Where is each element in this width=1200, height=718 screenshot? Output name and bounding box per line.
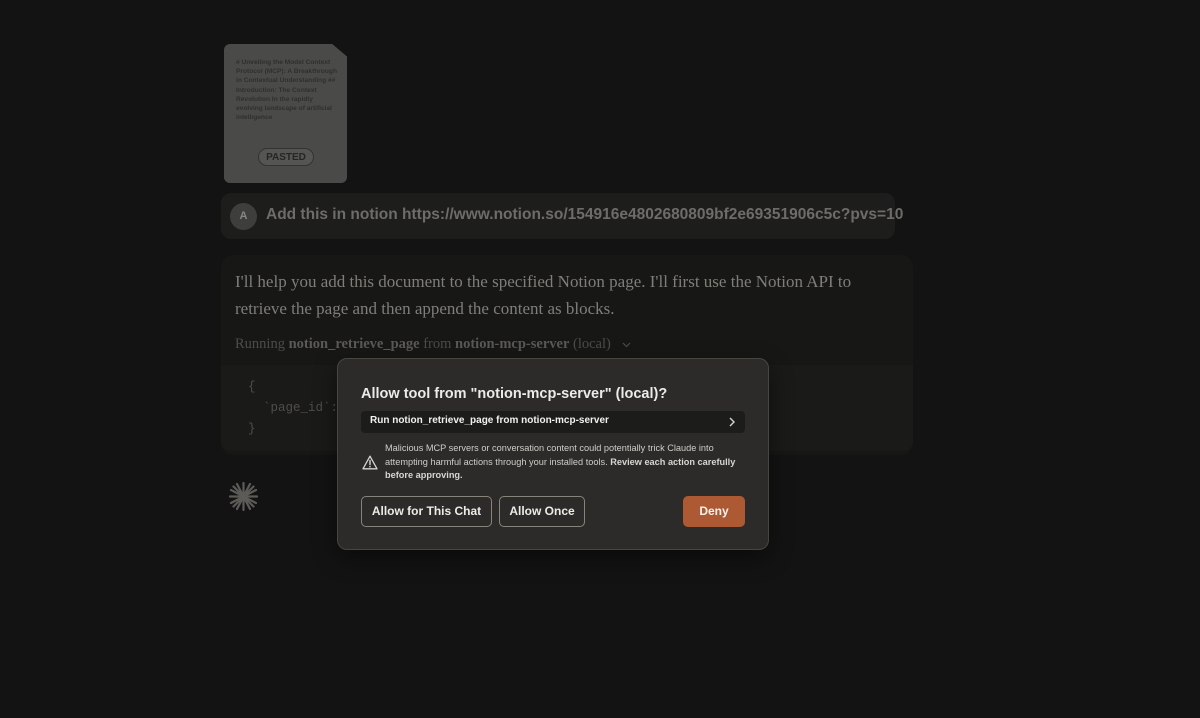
deny-button[interactable]: Deny [683, 496, 745, 527]
tool-details-toggle[interactable]: Run notion_retrieve_page from notion-mcp… [361, 411, 745, 433]
dialog-title: Allow tool from "notion-mcp-server" (loc… [361, 386, 668, 402]
code-line: `page_id`: [248, 401, 339, 415]
allow-once-button[interactable]: Allow Once [499, 496, 585, 527]
user-message: A Add this in notion https://www.notion.… [221, 193, 903, 239]
code-line: { [248, 380, 256, 394]
code-line: } [248, 422, 256, 436]
warning-message: Malicious MCP servers or conversation co… [385, 442, 747, 483]
chevron-right-icon [727, 415, 737, 429]
warning-icon [362, 455, 378, 470]
assistant-message-text: I'll help you add this document to the s… [235, 272, 852, 318]
app-root: # Unveiling the Model Context Protocol (… [0, 0, 1200, 718]
allow-for-chat-button[interactable]: Allow for This Chat [361, 496, 492, 527]
pasted-preview-text: # Unveiling the Model Context Protocol (… [236, 59, 337, 122]
running-server-suffix: (local) [573, 336, 611, 352]
chevron-down-icon [622, 340, 631, 351]
loading-spark-icon [228, 481, 259, 512]
tool-permission-dialog: Allow tool from "notion-mcp-server" (loc… [337, 358, 769, 550]
user-message-text: Add this in notion https://www.notion.so… [266, 206, 904, 223]
pasted-badge: PASTED [258, 148, 314, 166]
running-prefix: Running [235, 336, 285, 352]
avatar: A [230, 203, 257, 230]
tool-status-toggle[interactable]: Running notion_retrieve_page from notion… [235, 336, 631, 353]
running-from: from [423, 336, 452, 352]
running-tool-name: notion_retrieve_page [288, 336, 420, 352]
pasted-attachment[interactable]: # Unveiling the Model Context Protocol (… [224, 44, 347, 183]
tool-row-label: Run notion_retrieve_page from notion-mcp… [370, 415, 609, 426]
running-server-name: notion-mcp-server [455, 336, 570, 352]
